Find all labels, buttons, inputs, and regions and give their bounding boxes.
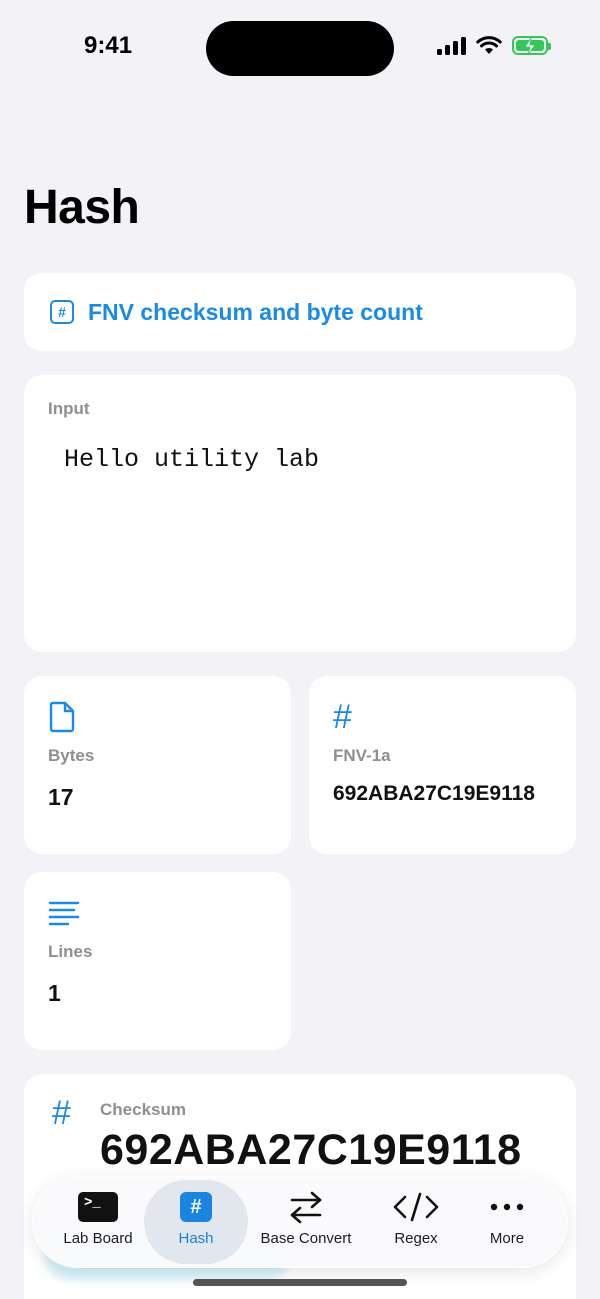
- mode-label: FNV checksum and byte count: [88, 298, 423, 325]
- status-icons: [437, 36, 551, 56]
- hash-icon: #: [52, 1094, 71, 1132]
- tab-label: Regex: [394, 1230, 438, 1247]
- lines-value: 1: [48, 980, 61, 1006]
- hash-icon: #: [333, 698, 352, 736]
- lines-label: Lines: [48, 942, 93, 961]
- screen: 9:41 Hash # FNV checksum and byte count …: [0, 0, 600, 1299]
- fnv-label: FNV-1a: [333, 746, 391, 765]
- lines-stat-card: Lines 1: [24, 872, 291, 1050]
- status-bar: 9:41: [0, 0, 600, 96]
- checksum-value[interactable]: 692ABA27C19E9118: [100, 1126, 522, 1175]
- tab-bar: >_ Lab Board # Hash Base Convert Regex M…: [32, 1176, 568, 1268]
- tab-hash[interactable]: # Hash: [144, 1176, 248, 1268]
- page-title: Hash: [24, 181, 140, 234]
- text-lines-icon: [48, 896, 267, 930]
- hash-square-icon: #: [180, 1192, 212, 1222]
- ellipsis-icon: [490, 1192, 524, 1222]
- bytes-label: Bytes: [48, 746, 95, 765]
- fnv-value: 692ABA27C19E9118: [333, 782, 535, 805]
- tab-label: Hash: [178, 1230, 214, 1247]
- tab-label: Lab Board: [63, 1230, 133, 1247]
- document-icon: [48, 700, 267, 734]
- wifi-icon: [476, 36, 502, 54]
- bytes-value: 17: [48, 784, 74, 810]
- mode-selector[interactable]: # FNV checksum and byte count: [24, 273, 576, 351]
- fnv-stat-card: # FNV-1a 692ABA27C19E9118: [309, 676, 576, 854]
- code-brackets-icon: [392, 1192, 440, 1222]
- input-text-area[interactable]: Hello utility lab: [48, 445, 552, 645]
- tab-base-convert[interactable]: Base Convert: [248, 1176, 364, 1268]
- checksum-label: Checksum: [100, 1100, 186, 1119]
- bytes-stat-card: Bytes 17: [24, 676, 291, 854]
- status-time: 9:41: [84, 32, 133, 59]
- battery-icon: [512, 36, 551, 56]
- hash-square-icon: #: [50, 300, 74, 324]
- tab-lab-board[interactable]: >_ Lab Board: [42, 1176, 154, 1268]
- home-indicator: [193, 1279, 407, 1286]
- tab-regex[interactable]: Regex: [368, 1176, 464, 1268]
- input-label: Input: [48, 399, 90, 418]
- tab-label: More: [489, 1230, 525, 1247]
- dynamic-island: [206, 21, 394, 76]
- terminal-icon: >_: [78, 1192, 118, 1222]
- tab-more[interactable]: More: [462, 1176, 552, 1268]
- input-card: Input Hello utility lab: [24, 375, 576, 652]
- arrows-swap-icon: [288, 1191, 324, 1224]
- cellular-signal-icon: [437, 36, 466, 55]
- tab-label: Base Convert: [260, 1230, 352, 1247]
